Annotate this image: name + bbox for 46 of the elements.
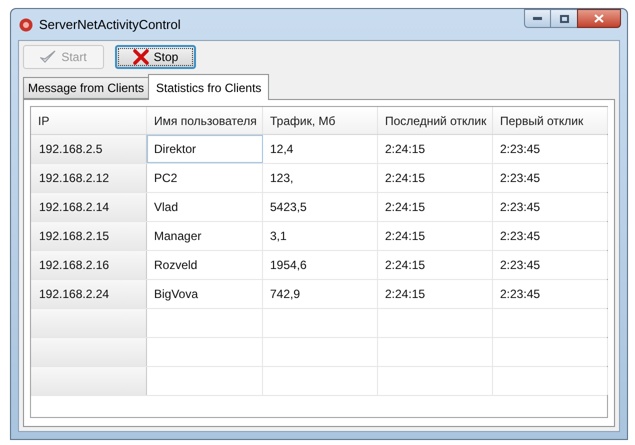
table-cell: 2:23:45 (493, 193, 608, 221)
maximize-button[interactable] (551, 9, 577, 28)
column-header[interactable]: Последний отклик (378, 107, 493, 134)
table-cell: 2:24:15 (378, 193, 493, 221)
app-icon (19, 18, 33, 32)
row-header[interactable]: 192.168.2.5 (31, 135, 147, 163)
minimize-button[interactable] (524, 9, 551, 28)
table-cell: 2:24:15 (378, 164, 493, 192)
table-cell: Rozveld (147, 251, 263, 279)
table-cell: 1954,6 (263, 251, 378, 279)
table-cell: 3,1 (263, 222, 378, 250)
table-cell: 2:24:15 (378, 222, 493, 250)
table-cell: Manager (147, 222, 263, 250)
row-header[interactable]: 192.168.2.14 (31, 193, 147, 221)
table-cell: 12,4 (263, 135, 378, 163)
table-cell: 2:23:45 (493, 251, 608, 279)
row-header[interactable]: 192.168.2.12 (31, 164, 147, 192)
table-cell: 5423,5 (263, 193, 378, 221)
table-cell: 2:23:45 (493, 164, 608, 192)
table-cell: 2:23:45 (493, 280, 608, 308)
close-button[interactable] (577, 9, 621, 28)
row-header[interactable]: 192.168.2.24 (31, 280, 147, 308)
cross-icon (132, 49, 149, 65)
row-header[interactable]: 192.168.2.16 (31, 251, 147, 279)
column-header[interactable]: IP (31, 107, 147, 134)
tab[interactable]: Message from Clients (23, 77, 148, 99)
close-icon (594, 14, 604, 23)
tab[interactable]: Statistics fro Clients (148, 74, 270, 100)
column-header[interactable]: Трафик, Мб (263, 107, 378, 134)
table-cell: BigVova (147, 280, 263, 308)
table-cell: Direktor (147, 135, 263, 163)
table-cell: 123, (263, 164, 378, 192)
table-cell: 2:23:45 (493, 135, 608, 163)
stop-button[interactable]: Stop (115, 45, 196, 69)
table-cell: 2:24:15 (378, 135, 493, 163)
column-header[interactable]: Имя пользователя (147, 107, 263, 134)
row-header[interactable]: 192.168.2.15 (31, 222, 147, 250)
column-header[interactable]: Первый отклик (493, 107, 608, 134)
table-cell: 2:24:15 (378, 251, 493, 279)
check-icon (40, 50, 56, 64)
table-cell: Vlad (147, 193, 263, 221)
table-cell: 742,9 (263, 280, 378, 308)
table-cell: 2:23:45 (493, 222, 608, 250)
table-cell: PC2 (147, 164, 263, 192)
table-cell: 2:24:15 (378, 280, 493, 308)
window-title: ServerNetActivityControl (39, 16, 181, 34)
